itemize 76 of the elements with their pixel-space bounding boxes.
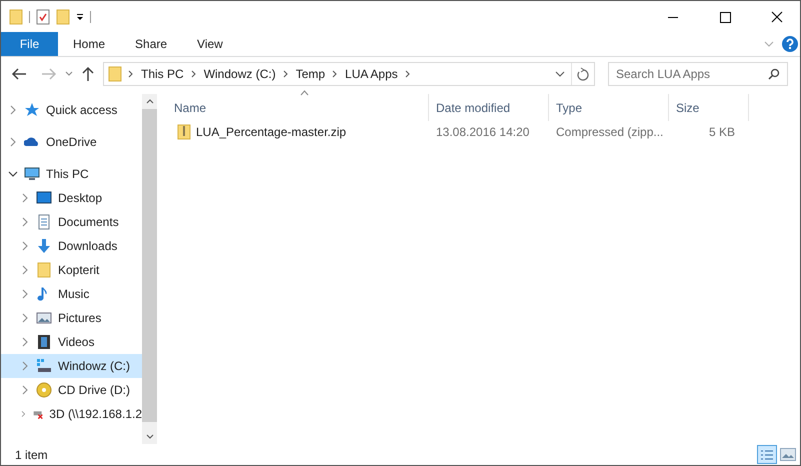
expand-chevron-icon[interactable] <box>20 337 30 347</box>
status-text: 1 item <box>15 446 48 464</box>
nav-item[interactable]: Desktop <box>1 186 142 210</box>
table-cell-text: 5 KB <box>708 124 736 141</box>
large-icons-view-icon[interactable] <box>780 448 796 461</box>
expand-chevron-icon[interactable] <box>20 217 30 227</box>
new-folder-icon[interactable] <box>56 8 70 24</box>
picture-icon <box>36 310 52 326</box>
document-icon <box>36 214 52 230</box>
star-icon <box>24 102 40 118</box>
collapse-chevron-icon[interactable] <box>8 169 18 179</box>
drive-icon <box>36 358 52 374</box>
nav-item[interactable]: Videos <box>1 330 142 354</box>
expand-chevron-icon[interactable] <box>20 241 30 251</box>
folder-icon <box>36 262 52 278</box>
nav-item[interactable]: Downloads <box>1 234 142 258</box>
nav-item[interactable]: CD Drive (D:) <box>1 378 142 402</box>
breadcrumb[interactable]: Windowz (C:) <box>202 64 277 82</box>
column-header[interactable]: Name <box>167 94 429 121</box>
scroll-down-icon[interactable] <box>146 434 154 439</box>
nav-item[interactable]: Windowz (C:) <box>1 354 142 378</box>
ribbon-tab[interactable]: View <box>182 32 238 56</box>
ribbon-tab[interactable]: Share <box>120 32 182 56</box>
expand-chevron-icon[interactable] <box>20 385 30 395</box>
disc-icon <box>36 382 52 398</box>
history-dropdown-icon[interactable] <box>555 70 565 78</box>
file-name[interactable]: LUA_Percentage-master.zip <box>196 123 346 141</box>
breadcrumb[interactable]: Temp <box>294 64 326 82</box>
ribbon-tab[interactable]: Home <box>58 32 120 56</box>
recent-locations-icon[interactable] <box>65 70 73 76</box>
nav-item[interactable]: This PC <box>1 162 142 186</box>
nav-item[interactable]: Pictures <box>1 306 142 330</box>
column-header[interactable]: Date modified <box>429 94 549 121</box>
nav-item[interactable]: 3D (\\192.168.1.2 <box>1 402 142 426</box>
sort-ascending-icon <box>300 90 309 96</box>
details-view-button[interactable] <box>757 445 777 464</box>
back-arrow-icon[interactable] <box>11 66 27 80</box>
expand-chevron-icon[interactable] <box>20 361 30 371</box>
address-bar[interactable]: This PC Windowz (C:) Temp LUA Apps <box>103 62 595 86</box>
expand-chevron-icon[interactable] <box>20 265 30 275</box>
expand-chevron-icon[interactable] <box>20 409 27 419</box>
computer-icon <box>24 166 40 182</box>
nav-item[interactable]: OneDrive <box>1 130 142 154</box>
expand-chevron-icon[interactable] <box>20 193 30 203</box>
search-field[interactable]: Search LUA Apps <box>608 62 788 86</box>
breadcrumb[interactable]: LUA Apps <box>344 64 399 82</box>
expand-chevron-icon[interactable] <box>20 313 30 323</box>
refresh-icon[interactable] <box>577 66 589 80</box>
nav-item[interactable]: Documents <box>1 210 142 234</box>
search-icon[interactable] <box>768 68 780 80</box>
dropdown-icon[interactable] <box>76 12 84 20</box>
folder-icon <box>108 66 122 82</box>
details-view-icon <box>760 448 774 460</box>
help-icon[interactable] <box>782 36 798 52</box>
expand-ribbon-icon[interactable] <box>764 40 774 48</box>
ribbon-tab[interactable]: File <box>1 32 58 56</box>
film-icon <box>36 334 52 350</box>
nav-item[interactable]: Kopterit <box>1 258 142 282</box>
down-arrow-icon <box>36 238 52 254</box>
expand-chevron-icon[interactable] <box>8 105 18 115</box>
column-header[interactable]: Type <box>549 94 669 121</box>
scroll-up-icon[interactable] <box>146 99 154 104</box>
nav-item[interactable]: Music <box>1 282 142 306</box>
expand-chevron-icon[interactable] <box>8 137 18 147</box>
zip-folder-icon <box>177 124 191 140</box>
table-cell-text: 13.08.2016 14:20 <box>435 124 530 141</box>
properties-icon[interactable] <box>36 8 50 24</box>
folder-icon[interactable] <box>9 8 23 24</box>
column-header[interactable]: Size <box>669 94 749 121</box>
up-arrow-icon[interactable] <box>81 66 95 82</box>
nav-item[interactable]: Quick access <box>1 98 142 122</box>
forward-arrow-icon[interactable] <box>41 66 57 80</box>
desktop-icon <box>36 190 52 206</box>
table-cell-text: Compressed (zipp... <box>555 124 664 141</box>
expand-chevron-icon[interactable] <box>20 289 30 299</box>
breadcrumb[interactable]: This PC <box>140 64 185 82</box>
